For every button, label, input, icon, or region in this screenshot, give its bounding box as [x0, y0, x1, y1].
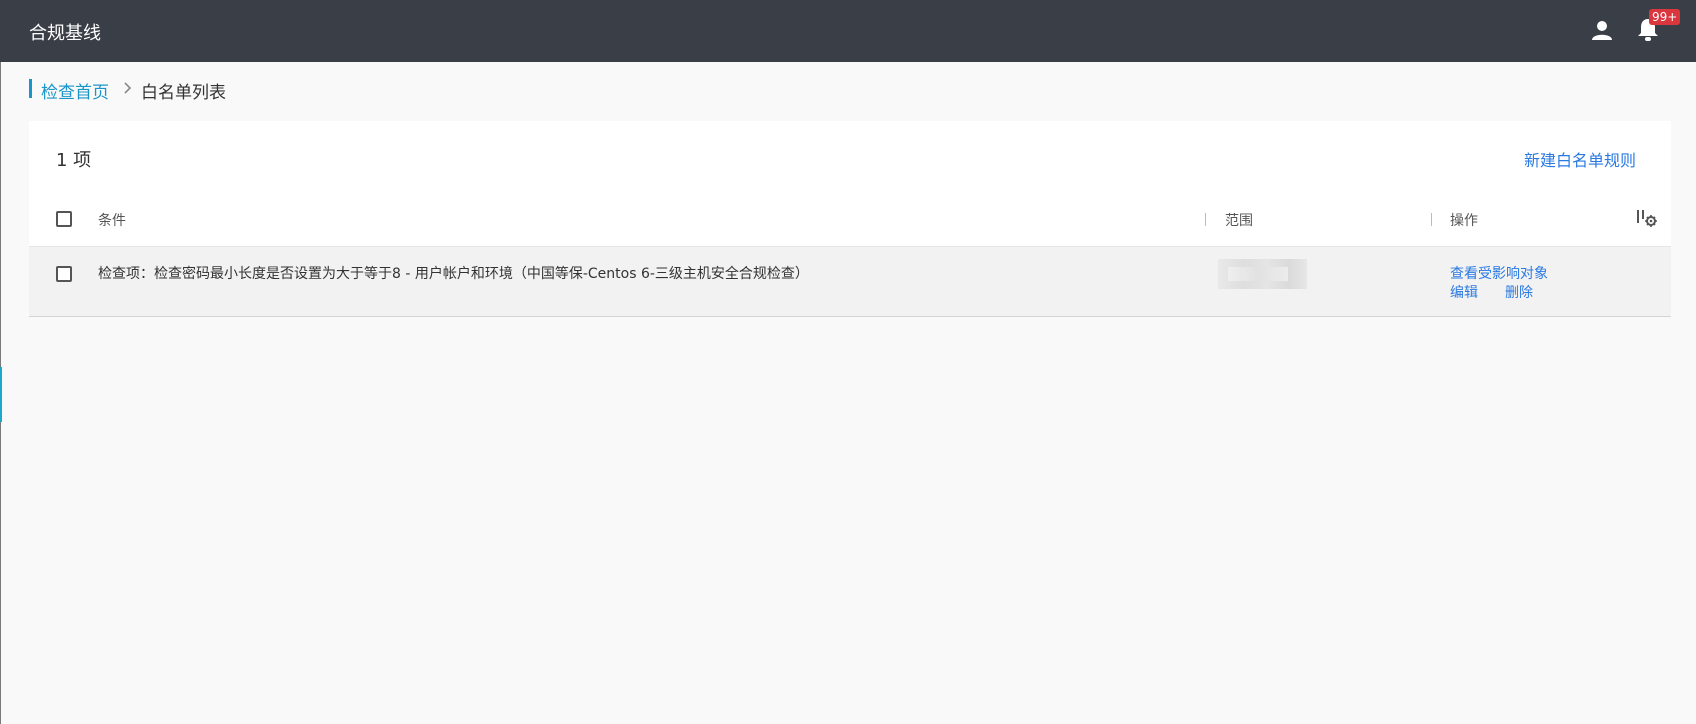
top-bar	[0, 0, 1696, 62]
app-title: 合规基线	[29, 23, 101, 44]
row-checkbox[interactable]	[56, 266, 72, 282]
column-divider[interactable]	[1205, 213, 1206, 226]
row-condition-text: 检查项：检查密码最小长度是否设置为大于等于8 - 用户帐户和环境（中国等保-Ce…	[98, 266, 809, 282]
edit-link[interactable]: 编辑	[1450, 282, 1478, 302]
breadcrumb-home-link[interactable]: 检查首页	[41, 78, 109, 103]
column-header-actions: 操作	[1450, 213, 1478, 229]
user-icon[interactable]	[1590, 18, 1614, 42]
column-header-condition: 条件	[98, 213, 126, 229]
side-panel-handle[interactable]	[0, 367, 2, 422]
column-settings-icon[interactable]	[1636, 208, 1658, 228]
select-all-checkbox[interactable]	[56, 211, 72, 227]
chevron-right-icon	[120, 80, 134, 94]
column-header-scope: 范围	[1225, 213, 1253, 229]
delete-link[interactable]: 删除	[1505, 282, 1533, 302]
row-scope-redacted	[1218, 259, 1307, 289]
item-count: 1 项	[56, 150, 92, 171]
new-whitelist-rule-button[interactable]: 新建白名单规则	[1524, 147, 1636, 171]
breadcrumb-current: 白名单列表	[141, 83, 226, 103]
view-affected-objects-link[interactable]: 查看受影响对象	[1450, 263, 1548, 283]
column-divider[interactable]	[1431, 213, 1432, 226]
breadcrumb-accent-bar	[29, 79, 32, 98]
notification-badge: 99+	[1649, 9, 1681, 25]
